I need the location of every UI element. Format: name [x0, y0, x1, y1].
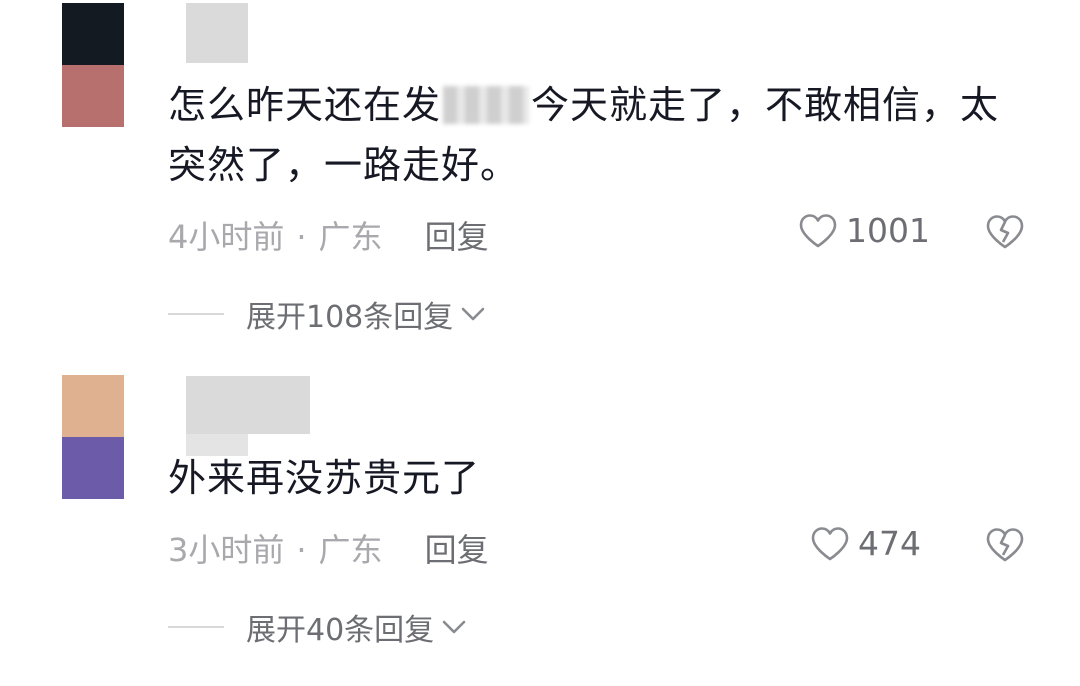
expand-replies-label: 展开108条回复	[246, 300, 454, 335]
timestamp: 4小时前	[168, 218, 285, 256]
redacted-text	[443, 86, 530, 124]
separator-dot: ·	[296, 218, 307, 256]
broken-heart-icon[interactable]	[985, 214, 1025, 250]
comment-text: 怎么昨天还在发 今天就走了，不敢相信，太突然了，一路走好。	[168, 75, 1028, 195]
comment-meta: 4小时前 · 广东 回复	[168, 212, 489, 258]
comment-text: 外来再没苏贵元了	[168, 456, 481, 500]
heart-icon	[799, 213, 837, 247]
username-redacted[interactable]	[186, 376, 310, 456]
avatar[interactable]	[62, 375, 124, 499]
like-button[interactable]: 1001	[798, 211, 930, 250]
like-count: 1001	[846, 211, 930, 250]
chevron-down-icon	[461, 307, 485, 321]
location: 广东	[318, 218, 383, 256]
divider-line	[168, 313, 224, 315]
avatar[interactable]	[62, 3, 124, 127]
expand-replies-button[interactable]: 展开108条回复	[168, 292, 487, 336]
comment-text-part: 怎么昨天还在发	[168, 83, 442, 127]
comment-list: 怎么昨天还在发 今天就走了，不敢相信，太突然了，一路走好。 4小时前 · 广东 回复 1…	[0, 0, 1080, 686]
comment-item: 外来再没苏贵元了	[0, 372, 1080, 686]
comment-item: 怎么昨天还在发 今天就走了，不敢相信，太突然了，一路走好。 4小时前 · 广东 回复 1…	[0, 0, 1080, 360]
username-redacted[interactable]	[186, 3, 248, 63]
reply-button[interactable]: 回复	[425, 218, 489, 256]
